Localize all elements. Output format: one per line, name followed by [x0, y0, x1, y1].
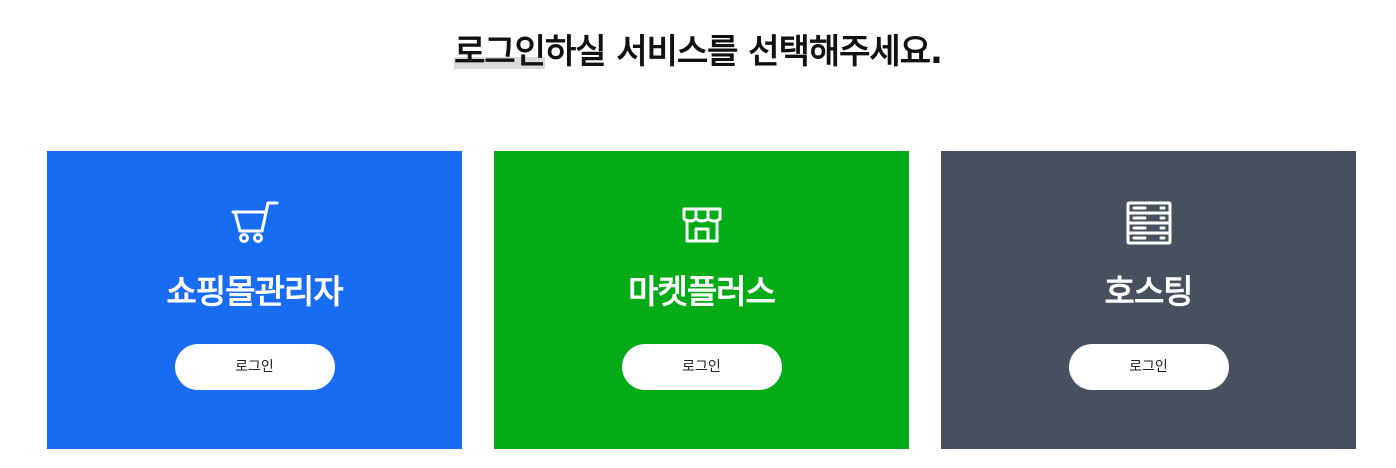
- storefront-icon: [676, 199, 728, 247]
- server-icon: [1123, 199, 1175, 247]
- page-title-highlight: 로그인: [454, 32, 546, 72]
- hosting-login-button[interactable]: 로그인: [1068, 344, 1229, 390]
- service-card-shopping-mall: 쇼핑몰관리자 로그인: [47, 151, 462, 449]
- market-plus-login-button[interactable]: 로그인: [621, 344, 782, 390]
- card-title: 호스팅: [1104, 272, 1193, 311]
- shopping-mall-login-button[interactable]: 로그인: [174, 344, 335, 390]
- card-title: 마켓플러스: [628, 272, 776, 311]
- service-card-market-plus: 마켓플러스 로그인: [494, 151, 909, 449]
- page-title-rest: 하실 서비스를 선택해주세요.: [544, 32, 943, 72]
- service-card-hosting: 호스팅 로그인: [941, 151, 1356, 449]
- cart-icon: [229, 199, 281, 247]
- service-select-page: 로그인하실 서비스를 선택해주세요. 쇼핑몰관리자 로그인 마켓플러스 로그인: [0, 0, 1396, 468]
- card-title: 쇼핑몰관리자: [166, 272, 343, 311]
- page-title: 로그인하실 서비스를 선택해주세요.: [0, 26, 1396, 78]
